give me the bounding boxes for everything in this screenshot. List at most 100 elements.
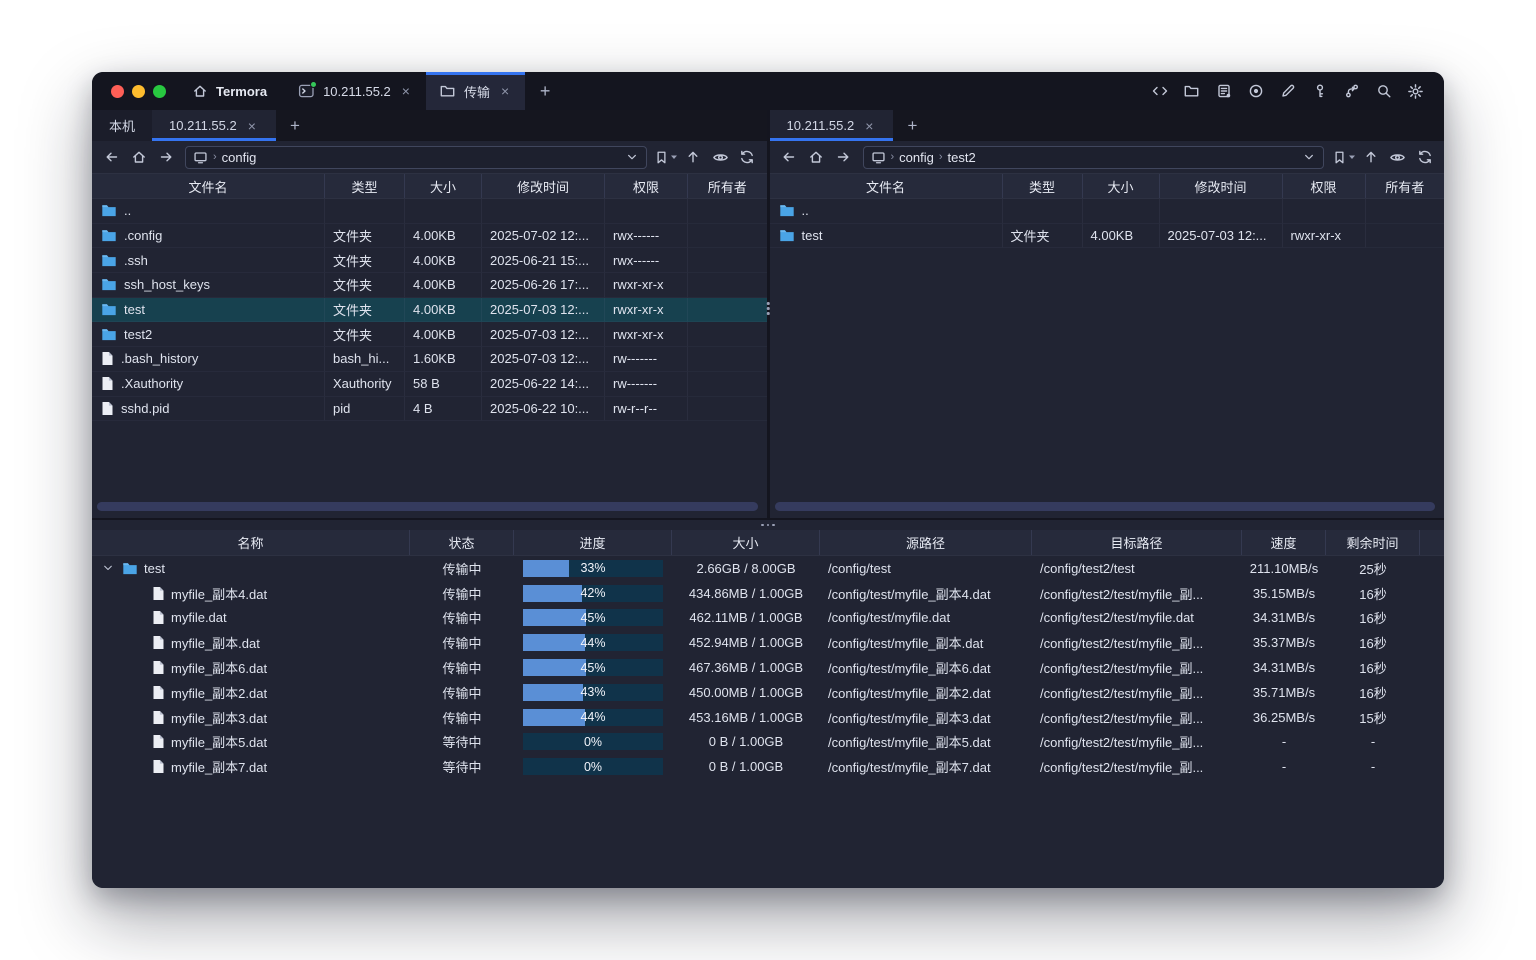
column-header-2[interactable]: 大小 [1083,174,1160,198]
back-icon[interactable] [99,145,124,169]
home-icon[interactable] [804,145,829,169]
refresh-icon[interactable] [1412,145,1437,169]
file-row[interactable]: .. [92,199,767,224]
chevron-down-icon[interactable] [1302,150,1316,164]
app-home-tab[interactable]: Termora [182,72,285,110]
column-header-1[interactable]: 类型 [1003,174,1083,198]
forward-icon[interactable] [153,145,178,169]
file-row[interactable]: sshd.pidpid4 B2025-06-22 10:...rw-r--r-- [92,397,767,422]
scrollbar-thumb[interactable] [97,502,758,511]
column-header-2[interactable]: 进度 [514,530,672,555]
column-header-0[interactable]: 文件名 [92,174,325,198]
close-tab-icon[interactable]: × [245,117,259,135]
bookmark-icon[interactable] [654,145,679,169]
file-row[interactable]: .config文件夹4.00KB2025-07-02 12:...rwx----… [92,224,767,249]
tab-remote-10-211-55-2[interactable]: 10.211.55.2 × [770,110,894,141]
home-icon[interactable] [126,145,151,169]
minimize-window-button[interactable] [132,85,145,98]
key-icon[interactable] [1306,78,1333,105]
column-header-5[interactable]: 所有者 [1366,174,1445,198]
column-header-4[interactable]: 权限 [1283,174,1366,198]
transfer-row[interactable]: myfile_副本3.dat传输中44%453.16MB / 1.00GB/co… [92,705,1444,730]
file-table-header: 文件名类型大小修改时间权限所有者 [92,173,767,199]
back-icon[interactable] [777,145,802,169]
forward-icon[interactable] [831,145,856,169]
cell [1366,224,1445,249]
parent-directory-icon[interactable] [1358,145,1383,169]
close-window-button[interactable] [111,85,124,98]
refresh-icon[interactable] [735,145,760,169]
tab-session-10-211-55-2[interactable]: 10.211.55.2 × [285,72,426,110]
column-header-4[interactable]: 源路径 [820,530,1032,555]
path-breadcrumb[interactable]: ›config›test2 [863,146,1325,169]
column-header-3[interactable]: 修改时间 [1160,174,1283,198]
file-row[interactable]: .. [770,199,1445,224]
column-header-1[interactable]: 状态 [410,530,514,555]
new-tab-button[interactable]: + [525,72,565,110]
transfer-row[interactable]: test传输中33%2.66GB / 8.00GB/config/test/co… [92,556,1444,581]
breadcrumb-segment[interactable]: test2 [948,150,976,165]
edit-icon[interactable] [1274,78,1301,105]
column-header-2[interactable]: 大小 [405,174,482,198]
file-row[interactable]: test文件夹4.00KB2025-07-03 12:...rwxr-xr-x [92,298,767,323]
column-header-3[interactable]: 修改时间 [482,174,605,198]
column-header-5[interactable]: 所有者 [688,174,767,198]
parent-directory-icon[interactable] [681,145,706,169]
new-panel-tab-button[interactable]: + [276,110,314,141]
file-row[interactable]: test2文件夹4.00KB2025-07-03 12:...rwxr-xr-x [92,322,767,347]
transfer-row[interactable]: myfile_副本6.dat传输中45%467.36MB / 1.00GB/co… [92,655,1444,680]
column-header-3[interactable]: 大小 [672,530,820,555]
transfer-row[interactable]: myfile.dat传输中45%462.11MB / 1.00GB/config… [92,606,1444,631]
tab-local[interactable]: 本机 [92,110,152,141]
bookmark-icon[interactable] [1331,145,1356,169]
folder-outline-icon[interactable] [1178,78,1205,105]
column-header-0[interactable]: 名称 [92,530,410,555]
chevron-down-icon[interactable] [625,150,639,164]
expand-chevron-icon[interactable] [100,562,116,574]
splitter-grip-icon[interactable] [761,524,775,527]
show-hidden-files-icon[interactable] [1385,145,1410,169]
cell: myfile_副本4.dat [92,581,410,606]
notes-icon[interactable] [1210,78,1237,105]
transfer-row[interactable]: myfile_副本2.dat传输中43%450.00MB / 1.00GB/co… [92,680,1444,705]
file-row[interactable]: .XauthorityXauthority58 B2025-06-22 14:.… [92,372,767,397]
transfer-row[interactable]: myfile_副本.dat传输中44%452.94MB / 1.00GB/con… [92,630,1444,655]
column-header-4[interactable]: 权限 [605,174,688,198]
transfer-row[interactable]: myfile_副本7.dat等待中0%0 B / 1.00GB/config/t… [92,754,1444,779]
transfer-row[interactable]: myfile_副本4.dat传输中42%434.86MB / 1.00GB/co… [92,581,1444,606]
scrollbar-thumb[interactable] [775,502,1436,511]
record-icon[interactable] [1242,78,1269,105]
breadcrumb-segment[interactable]: config [899,150,934,165]
column-header-7[interactable]: 剩余时间 [1326,530,1420,555]
source-path: /config/test/myfile_副本.dat [820,630,1032,655]
settings-icon[interactable] [1402,78,1429,105]
file-row[interactable]: ssh_host_keys文件夹4.00KB2025-06-26 17:...r… [92,273,767,298]
transfer-row[interactable]: myfile_副本5.dat等待中0%0 B / 1.00GB/config/t… [92,730,1444,755]
tab-transfer[interactable]: 传输 × [426,72,525,110]
branch-icon[interactable] [1338,78,1365,105]
tab-remote-10-211-55-2[interactable]: 10.211.55.2 × [152,110,276,141]
path-breadcrumb[interactable]: ›config [185,146,647,169]
close-tab-icon[interactable]: × [399,82,413,100]
horizontal-splitter[interactable] [92,518,1444,530]
speed-label: 36.25MB/s [1242,705,1326,730]
code-icon[interactable] [1146,78,1173,105]
column-header-6[interactable]: 速度 [1242,530,1326,555]
cell: 2025-06-26 17:... [482,273,605,298]
cell: rwxr-xr-x [605,273,688,298]
close-tab-icon[interactable]: × [498,82,512,100]
column-header-0[interactable]: 文件名 [770,174,1003,198]
eta-label: 16秒 [1326,655,1420,680]
file-row[interactable]: .bash_historybash_hi...1.60KB2025-07-03 … [92,347,767,372]
breadcrumb-segment[interactable]: config [222,150,257,165]
file-table-rows: ...config文件夹4.00KB2025-07-02 12:...rwx--… [92,199,767,518]
file-row[interactable]: .ssh文件夹4.00KB2025-06-21 15:...rwx------ [92,248,767,273]
close-tab-icon[interactable]: × [862,117,876,135]
new-panel-tab-button[interactable]: + [893,110,931,141]
column-header-1[interactable]: 类型 [325,174,405,198]
show-hidden-files-icon[interactable] [708,145,733,169]
search-icon[interactable] [1370,78,1397,105]
column-header-5[interactable]: 目标路径 [1032,530,1242,555]
zoom-window-button[interactable] [153,85,166,98]
file-row[interactable]: test文件夹4.00KB2025-07-03 12:...rwxr-xr-x [770,224,1445,249]
